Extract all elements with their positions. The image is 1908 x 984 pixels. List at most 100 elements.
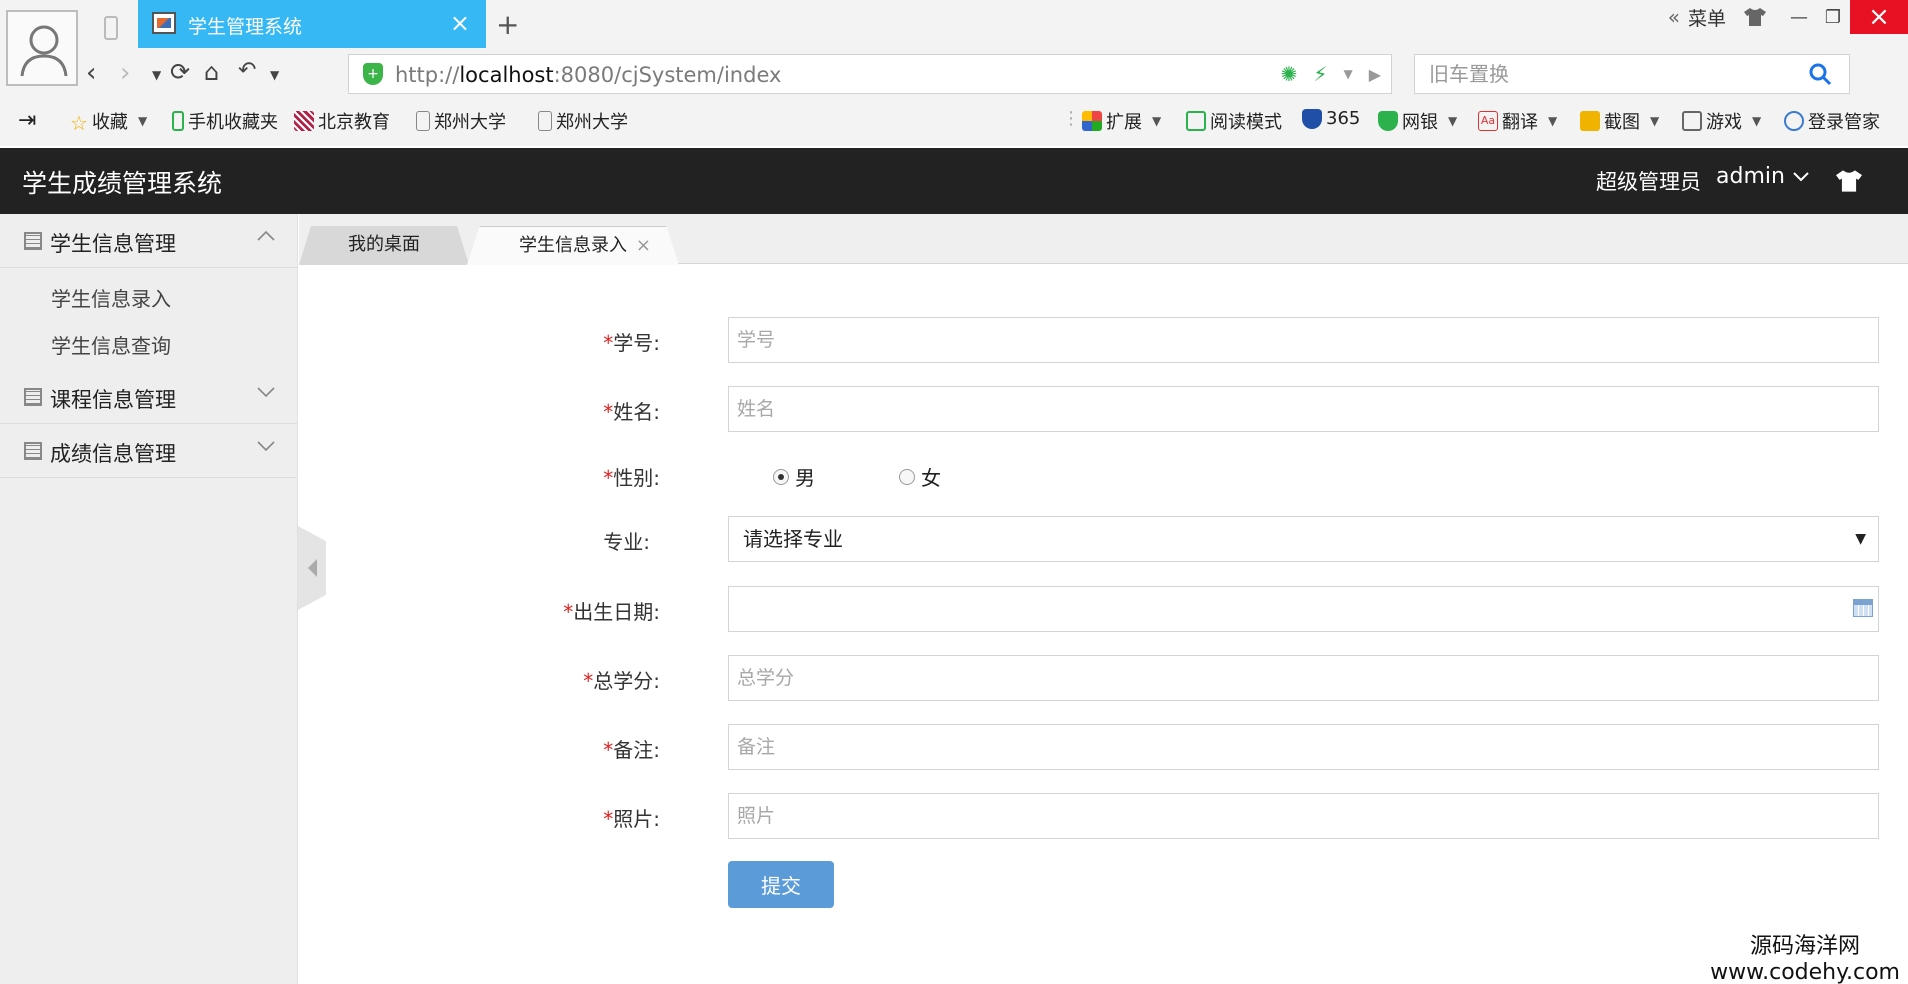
- name-input[interactable]: [728, 386, 1879, 432]
- gender-radio-female[interactable]: 女: [899, 462, 941, 491]
- bookmarks-bar: ⇥ ☆ 收藏 ▼ 手机收藏夹 北京教育 郑州大学 郑州大学 ⋮ 扩展 ▼ 阅读模式 3…: [18, 108, 1880, 135]
- app-header: 学生成绩管理系统 超级管理员 admin: [0, 148, 1908, 214]
- tool-365[interactable]: 365: [1302, 108, 1360, 129]
- sidebar-group-label: 成绩信息管理: [50, 442, 176, 466]
- tool-login-manager[interactable]: 登录管家: [1784, 108, 1880, 134]
- user-menu[interactable]: admin: [1716, 164, 1809, 189]
- mobile-tab-icon[interactable]: [104, 16, 118, 40]
- page-icon: [416, 111, 430, 131]
- sidebar-item-student-query[interactable]: 学生信息查询: [0, 323, 297, 370]
- gamepad-icon: [1682, 111, 1702, 131]
- tool-reading-mode[interactable]: 阅读模式: [1186, 108, 1282, 134]
- credits-input[interactable]: [728, 655, 1879, 701]
- sidebar-toggle-icon[interactable]: ⇥: [18, 108, 36, 133]
- list-icon: [24, 232, 42, 250]
- sidebar-group-student-info[interactable]: 学生信息管理: [0, 214, 297, 268]
- undo-icon[interactable]: ↶: [238, 58, 256, 83]
- submit-button[interactable]: 提交: [728, 861, 834, 908]
- bookmark-zzu-1[interactable]: 郑州大学: [416, 108, 506, 134]
- shield-icon: [1302, 108, 1322, 129]
- form-row-name: *姓名:: [299, 386, 1908, 432]
- back-button[interactable]: ‹: [86, 58, 96, 88]
- chevron-down-icon: [1793, 171, 1809, 181]
- undo-dropdown-icon[interactable]: ▼: [270, 68, 279, 82]
- refresh-icon[interactable]: ⟳: [170, 58, 190, 86]
- url-text[interactable]: http://localhost:8080/cjSystem/index: [395, 63, 781, 87]
- site-logo-icon: [294, 111, 314, 131]
- calendar-icon[interactable]: [1853, 599, 1873, 617]
- new-tab-button[interactable]: +: [496, 8, 519, 41]
- major-select[interactable]: 请选择专业 ▼: [728, 516, 1879, 562]
- theme-shirt-icon[interactable]: [1836, 170, 1862, 192]
- sidebar-group-label: 学生信息管理: [50, 232, 176, 256]
- skin-shirt-icon[interactable]: [1744, 8, 1766, 26]
- tool-games[interactable]: 游戏 ▼: [1682, 108, 1761, 134]
- radio-unchecked-icon: [899, 468, 915, 485]
- user-role: 超级管理员: [1596, 170, 1701, 194]
- address-bar[interactable]: + http://localhost:8080/cjSystem/index ✺…: [348, 54, 1392, 94]
- app-title: 学生成绩管理系统: [22, 169, 223, 198]
- search-icon: [1809, 63, 1832, 86]
- tool-online-bank[interactable]: 网银 ▼: [1378, 108, 1457, 134]
- form-row-major: 专业: 请选择专业 ▼: [299, 516, 1908, 562]
- student-id-label: *学号:: [603, 331, 660, 355]
- menu-chevron-icon[interactable]: «: [1668, 5, 1680, 29]
- minimize-button[interactable]: —: [1782, 2, 1816, 32]
- forward-button[interactable]: ›: [120, 58, 130, 88]
- watermark-line1: 源码海洋网: [1749, 934, 1860, 959]
- bookmark-zzu-2[interactable]: 郑州大学: [538, 108, 628, 134]
- student-id-input[interactable]: [728, 317, 1879, 363]
- search-button[interactable]: [1791, 55, 1849, 93]
- tool-translate[interactable]: Aa 翻译 ▼: [1478, 108, 1557, 134]
- address-dropdown-icon[interactable]: ▼: [1343, 67, 1352, 81]
- bookmark-mobile[interactable]: 手机收藏夹: [172, 108, 278, 134]
- tab-close-icon[interactable]: ×: [450, 9, 470, 37]
- navigation-bar: ‹ › ▼ ⟳ ⌂ ↶ ▼ + http://localhost:8080/cj…: [86, 50, 1908, 96]
- tool-extensions[interactable]: 扩展 ▼: [1082, 108, 1161, 134]
- gender-radio-male[interactable]: 男: [773, 462, 815, 491]
- window-close-button[interactable]: ×: [1850, 0, 1908, 34]
- scissors-icon: [1580, 111, 1600, 131]
- secure-shield-icon: +: [363, 63, 383, 85]
- remark-label: *备注:: [603, 738, 660, 762]
- content-tab-bar: 我的桌面 学生信息录入 ×: [299, 214, 1908, 265]
- book-icon: [1186, 111, 1206, 131]
- home-icon[interactable]: ⌂: [204, 58, 219, 86]
- search-input[interactable]: [1415, 55, 1789, 93]
- history-dropdown-icon[interactable]: ▼: [152, 68, 161, 82]
- form-row-student-id: *学号:: [299, 317, 1908, 363]
- page-icon: [538, 111, 552, 131]
- go-icon[interactable]: ▶: [1369, 65, 1381, 84]
- form-row-credits: *总学分:: [299, 655, 1908, 701]
- birth-date-label: *出生日期:: [563, 600, 660, 624]
- radio-checked-icon: [773, 468, 789, 485]
- tab-desktop[interactable]: 我的桌面: [299, 226, 469, 265]
- bookmark-beijing-edu[interactable]: 北京教育: [294, 108, 390, 134]
- sidebar-group-label: 课程信息管理: [50, 388, 176, 412]
- birth-date-input[interactable]: [728, 586, 1879, 632]
- speed-mode-icon[interactable]: ⚡: [1313, 62, 1327, 86]
- photo-input[interactable]: [728, 793, 1879, 839]
- photo-label: *照片:: [603, 807, 660, 831]
- watermark-line2: www.codehy.com: [1710, 960, 1900, 984]
- sidebar-group-course-info[interactable]: 课程信息管理: [0, 370, 297, 424]
- bookmark-favorites[interactable]: ☆ 收藏 ▼: [70, 108, 147, 135]
- browser-tab-active[interactable]: 学生管理系统 ×: [138, 0, 486, 48]
- sidebar-group-score-info[interactable]: 成绩信息管理: [0, 424, 297, 478]
- sidebar-item-student-entry[interactable]: 学生信息录入: [0, 276, 297, 323]
- restore-button[interactable]: ❐: [1816, 2, 1850, 32]
- form-row-photo: *照片:: [299, 793, 1908, 839]
- chevron-down-icon: [257, 387, 275, 398]
- tool-screenshot[interactable]: 截图 ▼: [1580, 108, 1659, 134]
- tab-close-icon[interactable]: ×: [636, 227, 651, 265]
- chevron-up-icon: [257, 230, 275, 241]
- search-box: [1414, 54, 1850, 94]
- form-row-remark: *备注:: [299, 724, 1908, 770]
- loading-spinner-icon: ✺: [1280, 62, 1298, 86]
- chevron-down-icon: [257, 441, 275, 452]
- dropdown-arrow-icon: ▼: [1855, 531, 1866, 547]
- user-avatar[interactable]: [6, 10, 78, 86]
- tab-student-entry[interactable]: 学生信息录入 ×: [467, 226, 679, 265]
- menu-button[interactable]: 菜单: [1688, 4, 1726, 31]
- remark-input[interactable]: [728, 724, 1879, 770]
